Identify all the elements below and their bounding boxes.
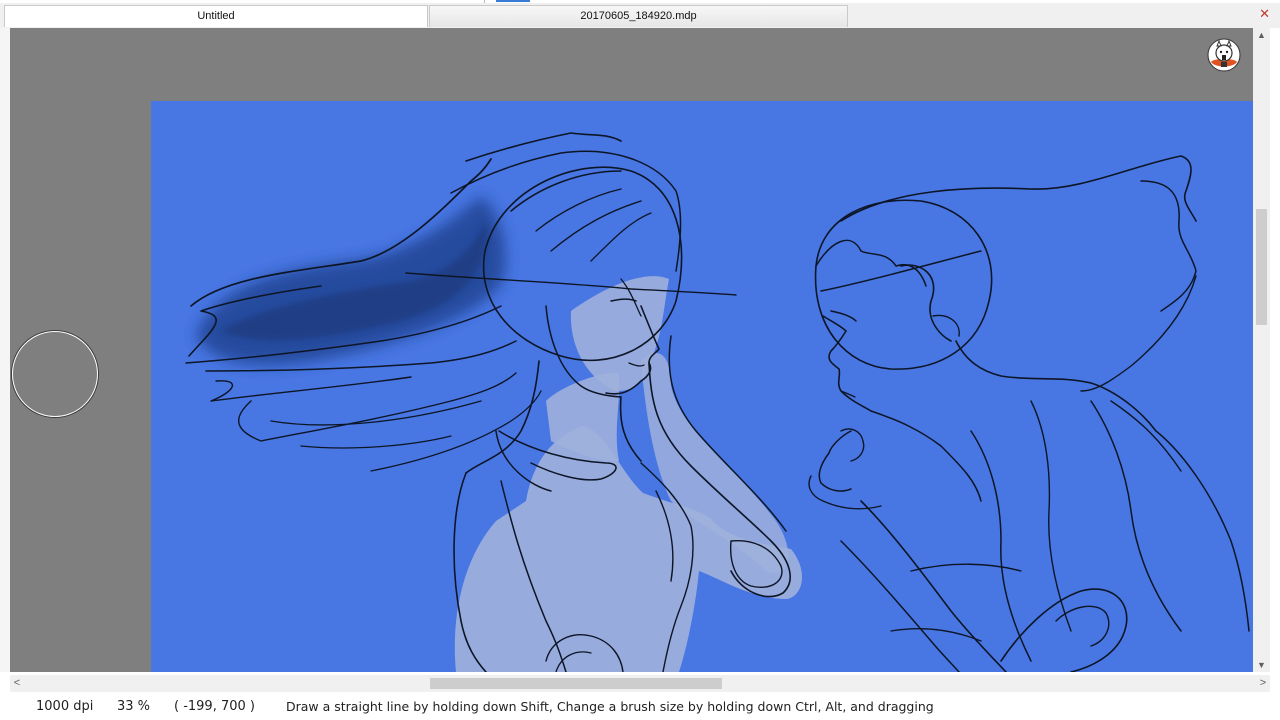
drawing-canvas[interactable] — [151, 101, 1253, 672]
right-edge — [1270, 28, 1280, 720]
vertical-scrollbar[interactable]: ▲ ▼ — [1253, 28, 1270, 672]
alpaca-mascot-icon[interactable] — [1207, 38, 1241, 72]
left-edge — [0, 28, 10, 672]
top-separator — [484, 0, 485, 3]
vertical-scroll-thumb[interactable] — [1256, 209, 1267, 325]
workspace[interactable] — [10, 28, 1253, 672]
scroll-right-arrow-icon[interactable]: > — [1256, 675, 1270, 692]
status-dpi: 1000 dpi — [36, 699, 94, 714]
top-indicator — [496, 0, 530, 2]
tab-untitled[interactable]: Untitled — [4, 5, 428, 27]
medibang-window: Untitled 20170605_184920.mdp ✕ ▲ ▼ < > 1… — [0, 0, 1280, 720]
tab-20170605-184920[interactable]: 20170605_184920.mdp — [429, 5, 848, 27]
scroll-up-arrow-icon[interactable]: ▲ — [1253, 28, 1270, 42]
status-coordinates: ( -199, 700 ) — [174, 699, 255, 714]
status-hint: Draw a straight line by holding down Shi… — [286, 699, 934, 714]
horizontal-scroll-thumb[interactable] — [430, 678, 722, 689]
scroll-left-arrow-icon[interactable]: < — [10, 675, 24, 692]
brush-cursor — [12, 331, 98, 417]
tab-bar: Untitled 20170605_184920.mdp ✕ — [0, 0, 1280, 28]
status-zoom: 33 % — [117, 699, 151, 714]
close-icon[interactable]: ✕ — [1259, 7, 1270, 20]
scroll-down-arrow-icon[interactable]: ▼ — [1253, 658, 1270, 672]
horizontal-scrollbar[interactable]: < > — [10, 675, 1270, 692]
status-bar: 1000 dpi 33 % ( -199, 700 ) Draw a strai… — [0, 694, 1280, 720]
top-strip — [0, 0, 1280, 3]
sketch-lines — [185, 132, 1250, 672]
sketch-svg — [185, 132, 1250, 672]
